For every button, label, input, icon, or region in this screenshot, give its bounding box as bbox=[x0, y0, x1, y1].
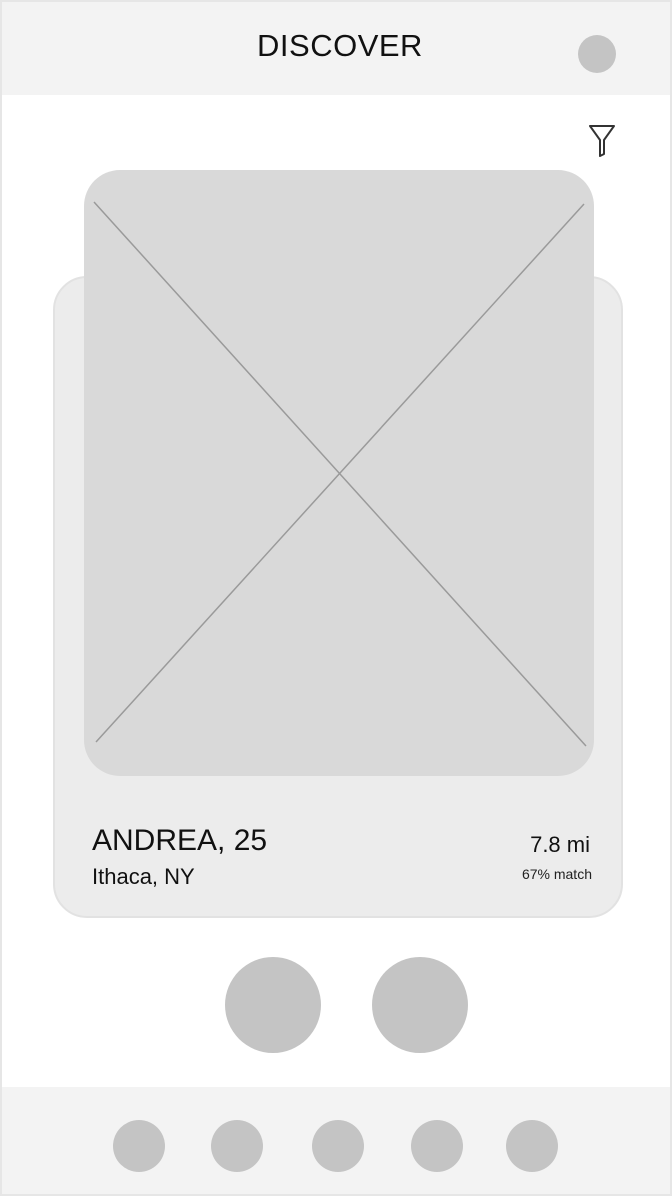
profile-location: Ithaca, NY bbox=[92, 864, 195, 889]
page-title: DISCOVER bbox=[257, 28, 423, 63]
dislike-button[interactable] bbox=[225, 957, 321, 1053]
nav-item-5[interactable] bbox=[506, 1120, 558, 1172]
funnel-filter-icon bbox=[589, 125, 615, 157]
nav-item-2[interactable] bbox=[211, 1120, 263, 1172]
profile-avatar-icon[interactable] bbox=[578, 35, 616, 73]
bottom-nav-bar bbox=[2, 1087, 670, 1194]
like-button[interactable] bbox=[372, 957, 468, 1053]
profile-photo[interactable] bbox=[84, 170, 594, 776]
discover-screen: DISCOVER ANDREA, 25 Ithaca, NY 7.8 mi 67… bbox=[0, 0, 672, 1196]
top-header: DISCOVER bbox=[2, 2, 670, 95]
filter-button[interactable] bbox=[584, 120, 620, 162]
nav-item-1[interactable] bbox=[113, 1120, 165, 1172]
profile-match-percent: 67% match bbox=[521, 866, 592, 882]
profile-name-age: ANDREA, 25 bbox=[92, 824, 268, 857]
nav-item-4[interactable] bbox=[411, 1120, 463, 1172]
image-placeholder-icon bbox=[93, 201, 587, 747]
nav-item-3[interactable] bbox=[312, 1120, 364, 1172]
profile-distance: 7.8 mi bbox=[530, 832, 590, 857]
